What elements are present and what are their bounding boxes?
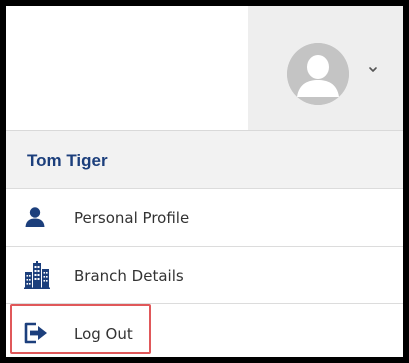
user-header: Tom Tiger <box>6 131 403 189</box>
top-bar <box>6 6 403 131</box>
buildings-icon <box>24 261 50 294</box>
user-menu-toggle[interactable] <box>248 6 403 130</box>
default-avatar-icon <box>287 43 349 105</box>
user-menu-screenshot: Tom Tiger Personal Profile Branch Detail… <box>0 0 409 363</box>
chevron-down-icon[interactable] <box>366 62 380 76</box>
user-name: Tom Tiger <box>27 151 108 170</box>
menu-item-label: Personal Profile <box>74 209 190 227</box>
logout-icon <box>24 322 48 349</box>
menu-item-branch-details[interactable]: Branch Details <box>6 247 403 304</box>
avatar[interactable] <box>287 43 349 105</box>
menu-item-label: Branch Details <box>74 267 184 285</box>
menu-item-log-out[interactable]: Log Out <box>6 304 403 363</box>
menu-item-label: Log Out <box>74 325 133 343</box>
person-icon <box>24 206 46 233</box>
menu-item-personal-profile[interactable]: Personal Profile <box>6 189 403 247</box>
